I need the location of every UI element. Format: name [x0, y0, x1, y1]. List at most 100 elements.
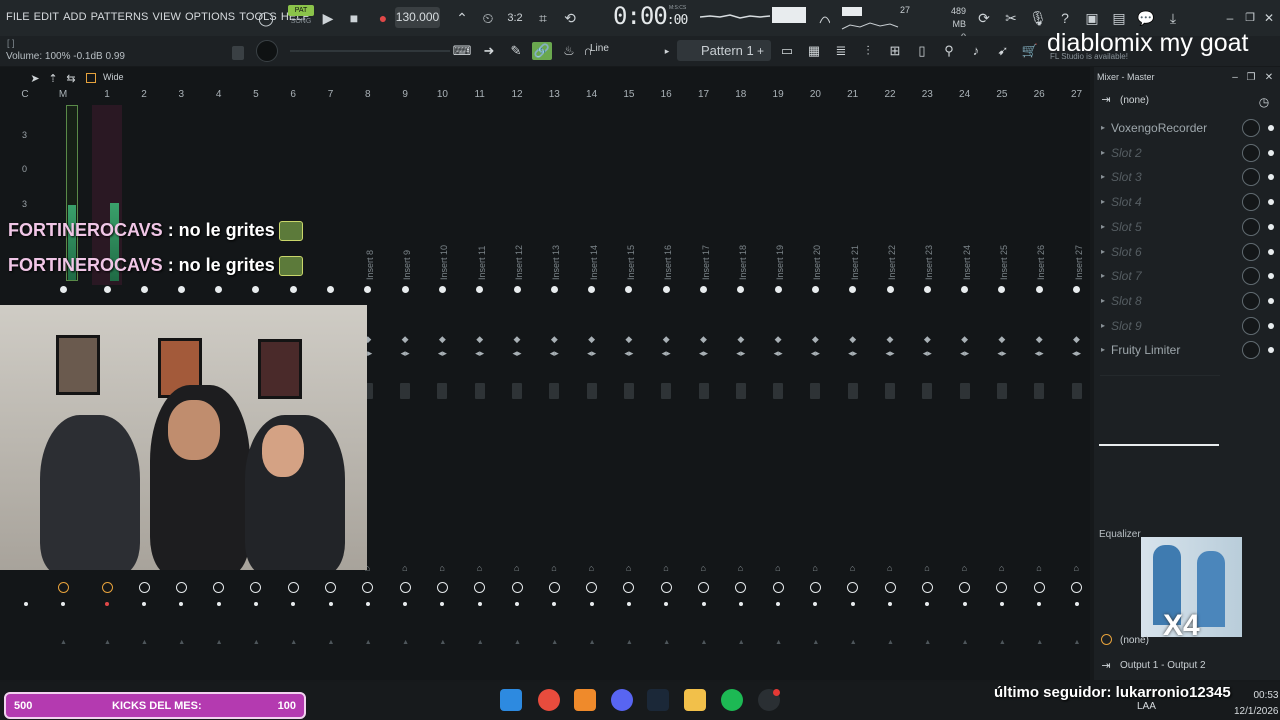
effect-slot[interactable]: ▸ Fruity Limiter	[1097, 338, 1277, 362]
slot-arrow-icon[interactable]: ▸	[1101, 148, 1105, 157]
insert-volume-fader[interactable]	[661, 383, 672, 399]
insert-volume-fader[interactable]	[623, 383, 634, 399]
system-clock[interactable]: 00:53 12/1/2026	[1234, 688, 1279, 720]
route-knob-icon[interactable]: ⌂	[775, 563, 780, 573]
route-knob-icon[interactable]: ⌂	[589, 563, 594, 573]
route-knob-icon[interactable]: ⌂	[962, 563, 967, 573]
route-knob-icon[interactable]: ⌂	[626, 563, 631, 573]
snap-mode-select[interactable]: Line	[590, 43, 609, 54]
menu-item-patterns[interactable]: PATTERNS	[91, 11, 149, 23]
route-dot[interactable]	[738, 602, 743, 606]
panel-maximize-icon[interactable]: ❐	[1244, 68, 1258, 88]
route-dot[interactable]	[515, 602, 519, 606]
send-triangle-icon[interactable]: ▲	[477, 639, 484, 646]
stereo-arrows-icon[interactable]: ◂▸	[959, 347, 971, 359]
insert-volume-fader[interactable]	[922, 383, 933, 399]
slot-arrow-icon[interactable]: ▸	[1101, 247, 1105, 256]
effect-slot[interactable]: ▸ Slot 4	[1097, 190, 1277, 214]
channel-rack-icon[interactable]: ▦	[804, 42, 824, 60]
send-triangle-icon[interactable]: ▲	[253, 639, 260, 646]
route-knob-icon[interactable]: ⌂	[812, 563, 817, 573]
pat-song-toggle[interactable]: PAT SONG	[288, 5, 314, 29]
slot-enable-led[interactable]	[1268, 273, 1274, 280]
windows-start-icon[interactable]	[500, 689, 522, 711]
route-dot[interactable]	[888, 602, 892, 606]
stereo-arrows-icon[interactable]: ◂▸	[1033, 347, 1045, 359]
upload-icon[interactable]: ⇡	[46, 70, 60, 88]
route-knob-icon[interactable]: ⌂	[701, 563, 706, 573]
slot-arrow-icon[interactable]: ▸	[1101, 172, 1105, 181]
insert-enable-led[interactable]	[140, 286, 148, 293]
project-icon[interactable]: ▤	[1109, 8, 1129, 28]
tempo-display[interactable]: 130.000	[395, 7, 440, 28]
arrow-tool-icon[interactable]: ➤	[28, 70, 42, 88]
route-dot[interactable]	[999, 602, 1004, 606]
slot-mix-knob[interactable]	[1242, 119, 1260, 137]
maximize-icon[interactable]: ❐	[1240, 8, 1260, 28]
slot-mix-knob[interactable]	[1242, 316, 1260, 335]
route-knob-icon[interactable]: ⌂	[402, 563, 407, 573]
send-triangle-icon[interactable]: ▲	[812, 639, 819, 646]
insert-enable-led[interactable]	[550, 286, 558, 293]
pan-arrows-icon[interactable]: ◆	[959, 333, 971, 345]
route-dot[interactable]	[142, 602, 146, 606]
pan-arrows-icon[interactable]: ◆	[436, 333, 448, 345]
stop-icon[interactable]: ■	[344, 8, 364, 28]
piano-roll-icon[interactable]: ⌨	[452, 42, 472, 60]
insert-volume-fader[interactable]	[1034, 383, 1045, 399]
tempo-tapper-icon[interactable]: ♪	[966, 42, 986, 60]
pan-arrows-icon[interactable]: ◆	[1071, 333, 1083, 345]
effect-slot[interactable]: ▸ Slot 7	[1097, 264, 1277, 288]
send-triangle-icon[interactable]: ▲	[999, 639, 1006, 646]
insert-enable-led[interactable]	[774, 286, 782, 293]
insert-volume-fader[interactable]	[586, 383, 597, 399]
scissors-icon[interactable]: ✂	[1001, 8, 1021, 28]
insert-enable-led[interactable]	[811, 286, 819, 293]
insert-enable-led[interactable]	[401, 286, 409, 293]
route-dot[interactable]	[626, 602, 631, 606]
slot-enable-led[interactable]	[1268, 297, 1274, 304]
browser-icon[interactable]: ⊞	[885, 42, 905, 60]
panel-close-icon[interactable]: ✕	[1262, 68, 1276, 88]
insert-latency-clock-icon[interactable]	[1071, 582, 1082, 593]
layout-icon[interactable]	[86, 73, 96, 83]
fl-studio-icon[interactable]	[574, 689, 596, 711]
equalizer-graph[interactable]	[1100, 375, 1220, 525]
insert-volume-fader[interactable]	[437, 383, 448, 399]
insert-volume-fader[interactable]	[996, 383, 1007, 399]
insert-enable-led[interactable]	[886, 286, 894, 293]
master-input-select[interactable]: (none)	[1120, 95, 1149, 106]
spotify-icon[interactable]	[721, 689, 743, 711]
latency-clock-icon[interactable]: ◷	[1256, 92, 1272, 112]
insert-volume-fader[interactable]	[512, 383, 522, 399]
send-triangle-icon[interactable]: ▲	[775, 639, 782, 646]
metronome-icon[interactable]: ⌃	[452, 8, 472, 28]
insert-volume-fader[interactable]	[847, 383, 858, 399]
link-icon[interactable]: 🔗	[532, 42, 552, 60]
route-knob-icon[interactable]: ⌂	[663, 563, 668, 573]
insert-enable-led[interactable]	[327, 286, 334, 293]
pan-arrows-icon[interactable]: ◆	[847, 333, 859, 345]
send-triangle-icon[interactable]: ▲	[439, 639, 446, 646]
route-dot[interactable]	[365, 602, 370, 606]
slot-arrow-icon[interactable]: ▸	[1101, 197, 1105, 206]
input-icon[interactable]: ⇥	[1098, 90, 1114, 110]
pan-arrows-icon[interactable]: ◆	[698, 333, 710, 345]
route-knob-icon[interactable]: ⌂	[887, 563, 892, 573]
stereo-arrows-icon[interactable]: ◂▸	[884, 347, 896, 359]
stereo-arrows-icon[interactable]: ◂▸	[436, 347, 448, 359]
slot-arrow-icon[interactable]: ▸	[1101, 296, 1105, 305]
stereo-arrows-icon[interactable]: ◂▸	[1071, 347, 1083, 359]
pan-arrows-icon[interactable]: ◆	[623, 333, 635, 345]
insert-enable-led[interactable]	[1073, 286, 1080, 293]
slot-mix-knob[interactable]	[1242, 168, 1260, 187]
route-dot[interactable]	[477, 602, 482, 606]
step-edit-icon[interactable]: ⌗	[533, 8, 553, 28]
route-dot[interactable]	[850, 602, 855, 606]
slot-mix-knob[interactable]	[1242, 341, 1260, 360]
slot-mix-knob[interactable]	[1242, 267, 1260, 286]
stereo-arrows-icon[interactable]: ◂▸	[511, 347, 523, 359]
slot-mix-knob[interactable]	[1242, 291, 1260, 310]
slot-arrow-icon[interactable]: ▸	[1101, 271, 1105, 280]
stereo-arrows-icon[interactable]: ◂▸	[623, 347, 635, 359]
